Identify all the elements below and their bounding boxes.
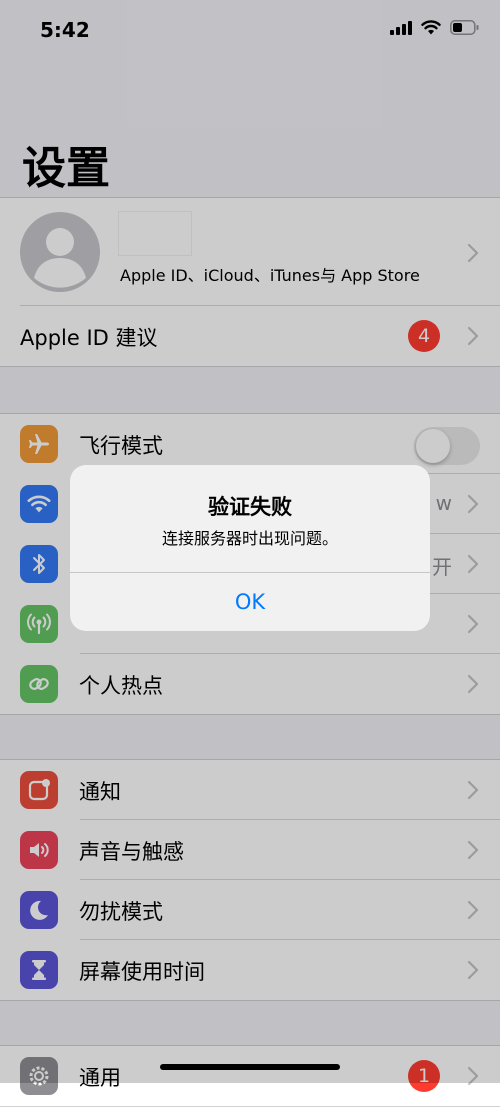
home-indicator[interactable] [160,1064,340,1070]
alert-dialog: 验证失败 连接服务器时出现问题。 OK [70,465,430,631]
ok-button[interactable]: OK [70,573,430,631]
alert-title: 验证失败 [208,495,292,519]
settings-screen: 5:42 设置 Apple ID、iCloud、iTunes与 App Stor… [0,0,500,1107]
alert-message: 连接服务器时出现问题。 [161,529,338,548]
